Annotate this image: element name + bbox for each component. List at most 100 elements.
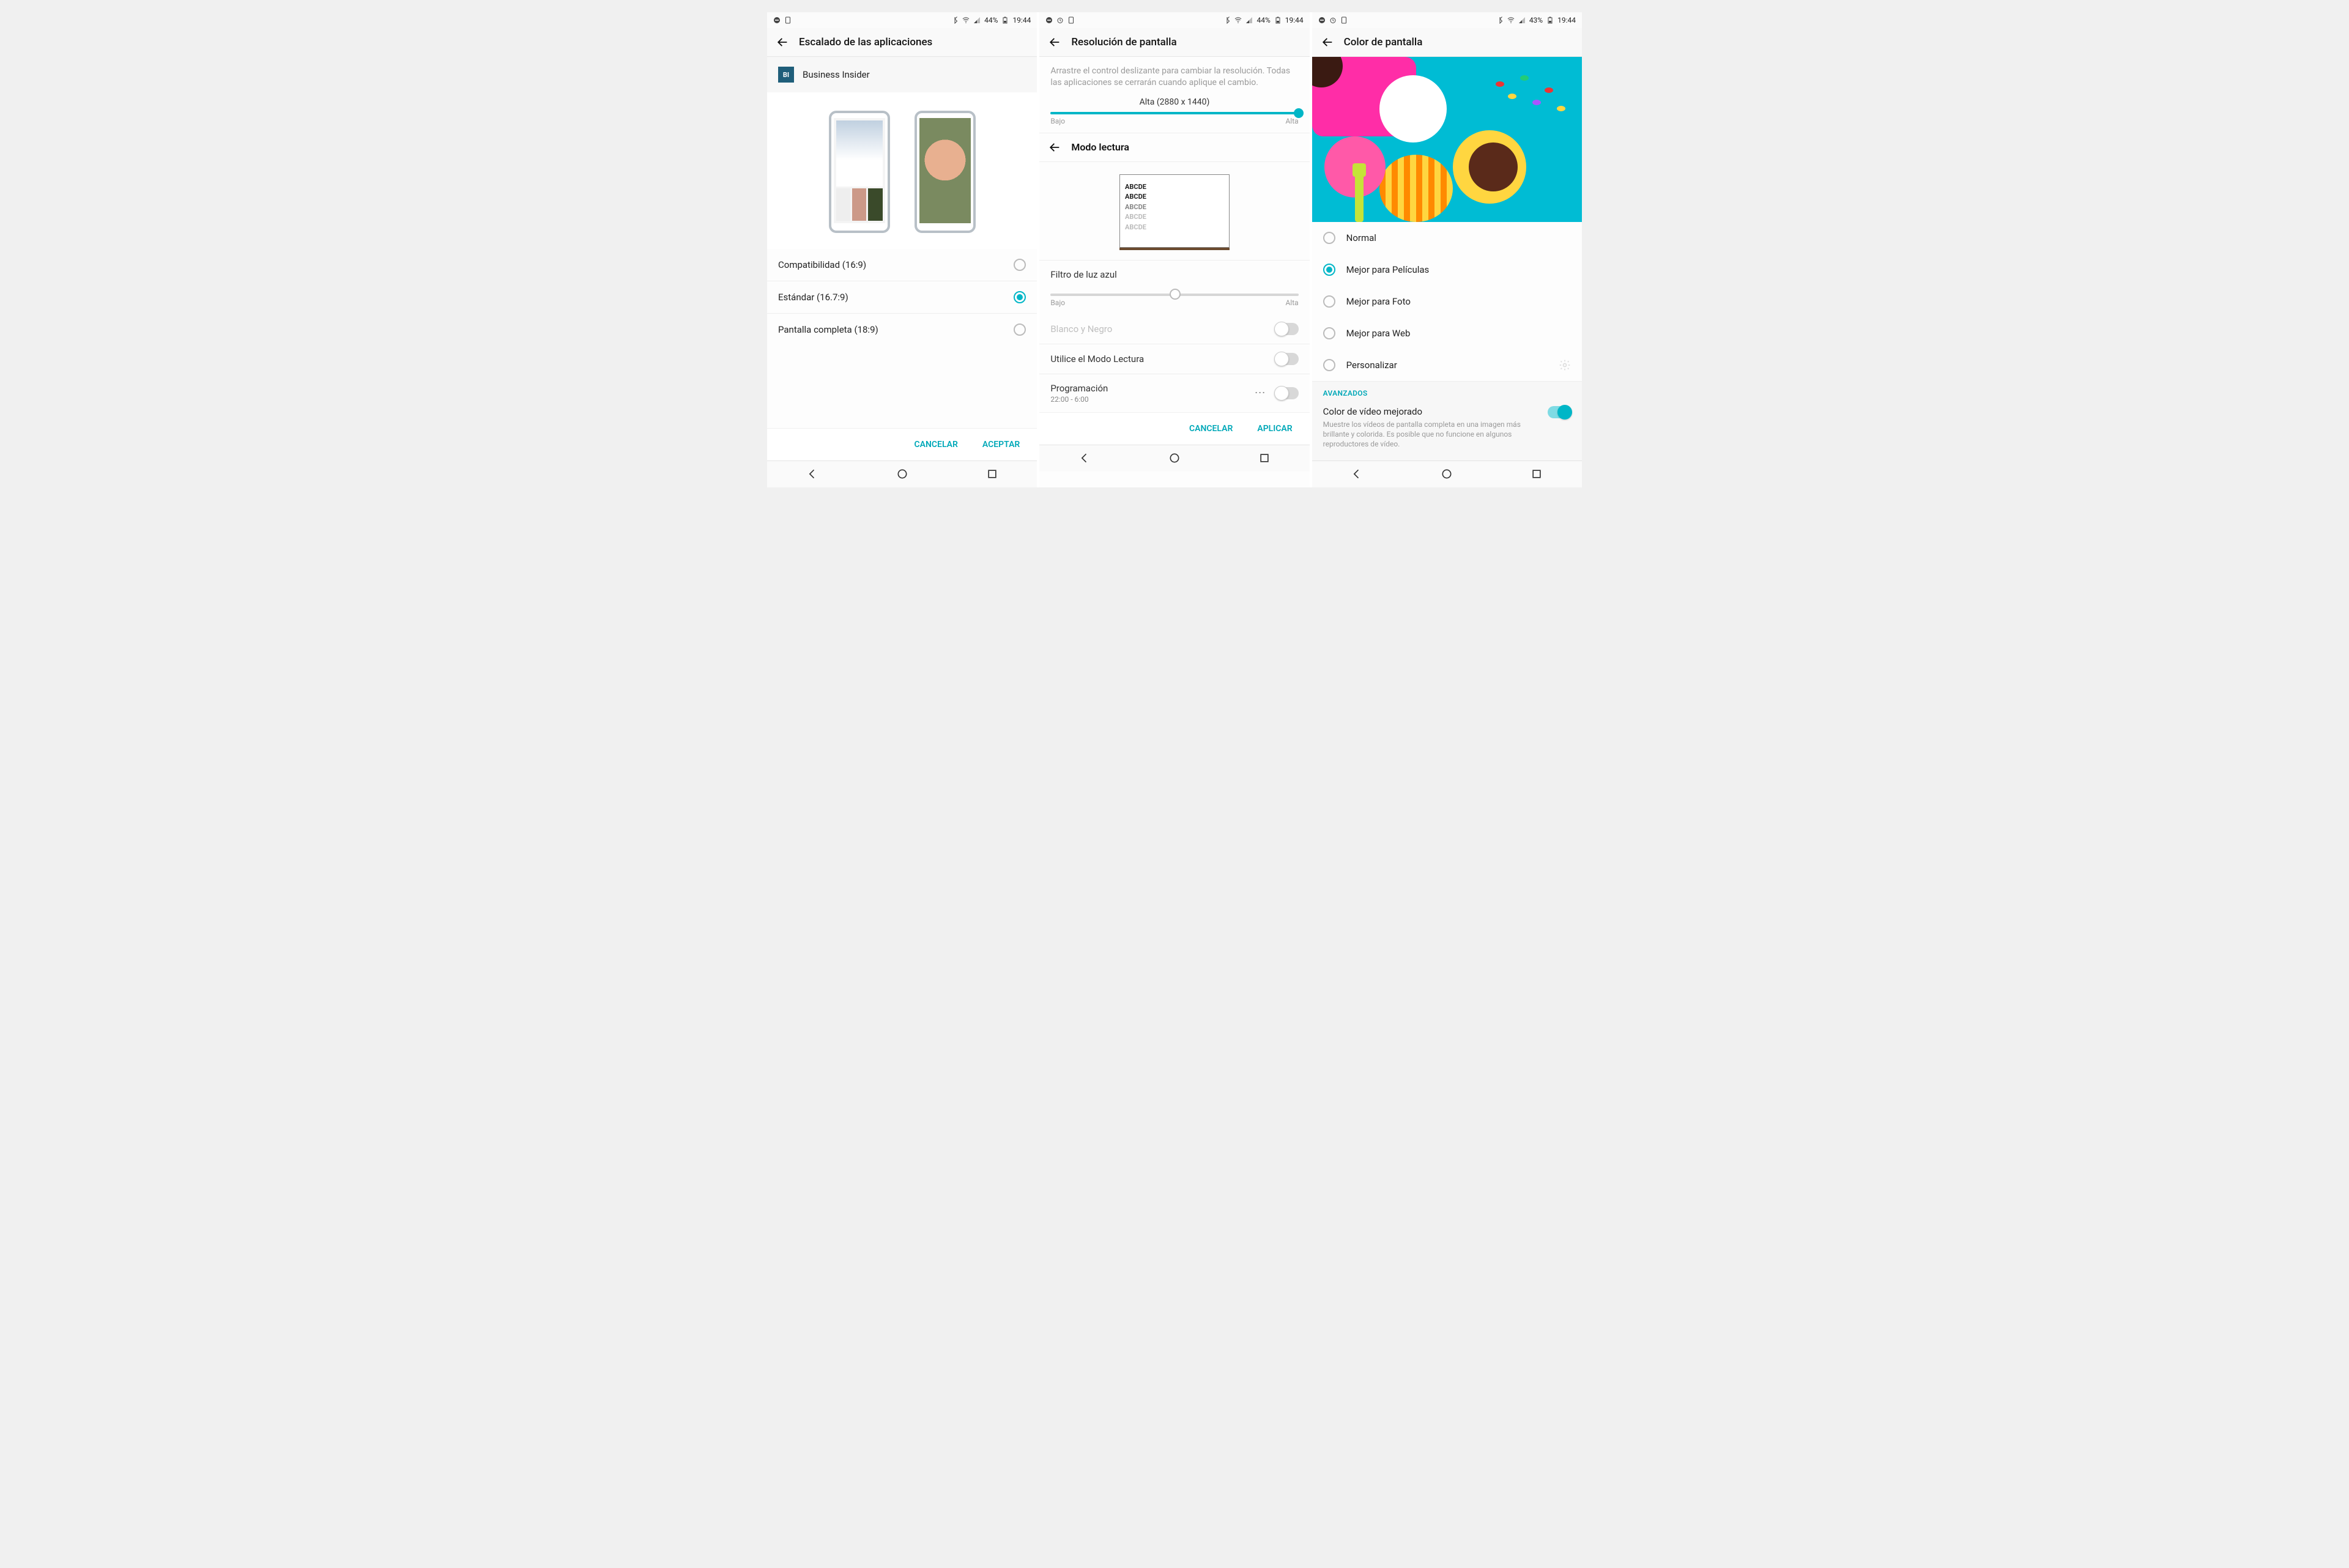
color-option[interactable]: Personalizar (1312, 349, 1582, 381)
subheader-reading: Modo lectura (1039, 133, 1309, 162)
gear-icon[interactable] (1559, 359, 1571, 371)
enhanced-video-title: Color de vídeo mejorado (1323, 406, 1540, 417)
nav-back-icon[interactable] (806, 468, 818, 480)
option-label: Mejor para Foto (1346, 296, 1571, 307)
sim-icon (1067, 17, 1075, 24)
accept-button[interactable]: ACEPTAR (982, 440, 1020, 449)
bw-toggle[interactable] (1275, 323, 1299, 335)
apply-button[interactable]: APLICAR (1257, 424, 1292, 434)
color-option[interactable]: Mejor para Películas (1312, 254, 1582, 286)
resolution-slider-block: Alta (2880 x 1440) Bajo Alta (1039, 95, 1309, 133)
option-label: Mejor para Web (1346, 328, 1571, 339)
color-option[interactable]: Normal (1312, 222, 1582, 254)
battery-percent: 44% (984, 16, 998, 24)
radio-button[interactable] (1323, 359, 1335, 371)
radio-button[interactable] (1323, 264, 1335, 276)
back-icon[interactable] (1321, 35, 1334, 49)
nav-home-icon[interactable] (1168, 452, 1181, 464)
radio-button[interactable] (1323, 295, 1335, 308)
more-icon[interactable]: ⋯ (1255, 386, 1267, 399)
nav-back-icon[interactable] (1351, 468, 1363, 480)
resolution-desc: Arrastre el control deslizante para camb… (1039, 57, 1309, 95)
blue-filter-row: Filtro de luz azul (1039, 261, 1309, 289)
bluetooth-icon (1223, 17, 1231, 24)
nav-bar (767, 460, 1037, 487)
battery-percent: 44% (1256, 16, 1270, 24)
alarm-icon (1056, 17, 1064, 24)
schedule-row[interactable]: Programación 22:00 - 6:00 ⋯ (1039, 374, 1309, 412)
page-title: Resolución de pantalla (1071, 36, 1176, 48)
radio-button[interactable] (1014, 324, 1026, 336)
bluetooth-icon (1496, 17, 1504, 24)
slider-low-label: Bajo (1050, 298, 1065, 307)
resolution-slider[interactable] (1050, 112, 1298, 114)
radio-button[interactable] (1323, 232, 1335, 244)
scaling-option[interactable]: Estándar (16.7:9) (767, 281, 1037, 313)
alarm-icon (1329, 17, 1337, 24)
blue-filter-label: Filtro de luz azul (1050, 269, 1298, 280)
sub-title: Modo lectura (1071, 141, 1129, 153)
scaling-option[interactable]: Compatibilidad (16:9) (767, 249, 1037, 281)
pane-resolution: 44% 19:44 Resolución de pantalla Arrastr… (1039, 12, 1309, 487)
preview-standard (829, 111, 890, 233)
slider-low-label: Bajo (1050, 117, 1065, 125)
cancel-button[interactable]: CANCELAR (1189, 424, 1233, 434)
app-row: BI Business Insider (767, 57, 1037, 92)
dnd-icon (1045, 17, 1053, 24)
enhanced-video-toggle[interactable] (1548, 406, 1571, 418)
nav-home-icon[interactable] (896, 468, 908, 480)
enhanced-video-row[interactable]: Color de vídeo mejorado Muestre los víde… (1312, 400, 1582, 460)
signal-icon (1518, 17, 1526, 24)
status-bar: 43% 19:44 (1312, 12, 1582, 28)
wifi-icon (1507, 17, 1515, 24)
option-label: Mejor para Películas (1346, 264, 1571, 275)
back-icon[interactable] (776, 35, 789, 49)
pane-app-scaling: 44% 19:44 Escalado de las aplicaciones B… (767, 12, 1037, 487)
resolution-value: Alta (2880 x 1440) (1050, 97, 1298, 107)
dnd-icon (1318, 17, 1326, 24)
nav-back-icon[interactable] (1078, 452, 1091, 464)
clock: 19:44 (1285, 16, 1304, 24)
nav-bar (1039, 445, 1309, 472)
app-name: Business Insider (803, 69, 1026, 80)
color-option[interactable]: Mejor para Web (1312, 317, 1582, 349)
color-preview-image (1312, 57, 1582, 222)
header: Color de pantalla (1312, 28, 1582, 57)
radio-button[interactable] (1323, 327, 1335, 339)
enhanced-video-desc: Muestre los vídeos de pantalla completa … (1323, 420, 1540, 449)
use-reading-toggle[interactable] (1275, 353, 1299, 365)
back-icon[interactable] (1048, 141, 1061, 154)
back-icon[interactable] (1048, 35, 1061, 49)
pane-screen-color: 43% 19:44 Color de pantalla (1312, 12, 1582, 487)
rgb-icon (1167, 182, 1222, 237)
bluetooth-icon (951, 17, 959, 24)
action-bar: CANCELAR ACEPTAR (767, 428, 1037, 460)
scaling-option[interactable]: Pantalla completa (18:9) (767, 314, 1037, 346)
battery-icon (1274, 17, 1282, 24)
status-bar: 44% 19:44 (767, 12, 1037, 28)
option-label: Pantalla completa (18:9) (778, 324, 1014, 335)
radio-button[interactable] (1014, 259, 1026, 271)
advanced-section-label: AVANZADOS (1312, 381, 1582, 400)
bw-row: Blanco y Negro (1039, 314, 1309, 344)
reading-mode-preview: ABCDEABCDEABCDEABCDEABCDE (1039, 162, 1309, 260)
nav-recent-icon[interactable] (986, 468, 998, 480)
blue-filter-slider[interactable] (1050, 294, 1298, 296)
nav-recent-icon[interactable] (1531, 468, 1543, 480)
battery-percent: 43% (1529, 16, 1543, 24)
option-label: Normal (1346, 232, 1571, 243)
page-title: Escalado de las aplicaciones (799, 36, 932, 48)
page-title: Color de pantalla (1344, 36, 1423, 48)
nav-bar (1312, 460, 1582, 487)
nav-home-icon[interactable] (1441, 468, 1453, 480)
nav-recent-icon[interactable] (1258, 452, 1271, 464)
schedule-toggle[interactable] (1275, 387, 1299, 399)
preview-area (767, 92, 1037, 249)
radio-button[interactable] (1014, 291, 1026, 303)
slider-high-label: Alta (1285, 298, 1298, 307)
use-reading-row[interactable]: Utilice el Modo Lectura (1039, 344, 1309, 374)
option-label: Compatibilidad (16:9) (778, 259, 1014, 270)
app-icon: BI (778, 67, 794, 83)
cancel-button[interactable]: CANCELAR (915, 440, 958, 449)
color-option[interactable]: Mejor para Foto (1312, 286, 1582, 317)
